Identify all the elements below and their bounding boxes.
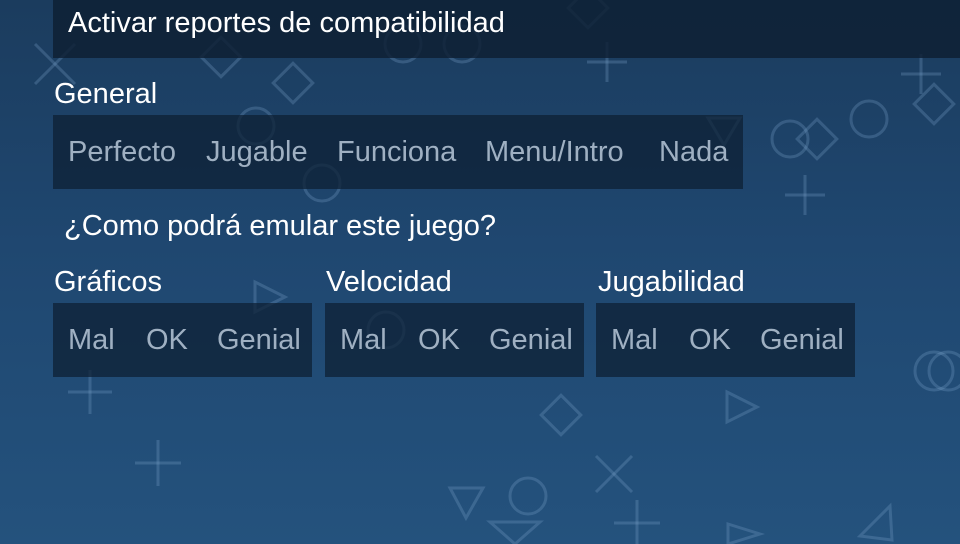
speed-option-genial[interactable]: Genial xyxy=(489,322,573,358)
gameplay-option-ok[interactable]: OK xyxy=(689,322,731,358)
graphics-option-mal[interactable]: Mal xyxy=(68,322,115,358)
option-jugable[interactable]: Jugable xyxy=(206,134,308,170)
graphics-label: Gráficos xyxy=(54,266,162,298)
triangle-symbol-icon xyxy=(856,502,894,542)
gameplay-rating-selector: Mal OK Genial xyxy=(596,303,855,377)
graphics-option-genial[interactable]: Genial xyxy=(217,322,301,358)
circle-symbol-icon xyxy=(770,119,810,159)
cross-symbol-icon xyxy=(614,500,660,544)
cross-symbol-icon xyxy=(901,54,941,94)
square-symbol-icon xyxy=(271,61,315,105)
speed-rating-selector: Mal OK Genial xyxy=(325,303,584,377)
gameplay-option-genial[interactable]: Genial xyxy=(760,322,844,358)
speed-label: Velocidad xyxy=(326,266,452,298)
cross-symbol-icon xyxy=(785,175,825,215)
triangle-symbol-icon xyxy=(725,389,761,425)
general-status-selector: Perfecto Jugable Funciona Menu/Intro Nad… xyxy=(53,115,743,189)
emulation-question: ¿Como podrá emular este juego? xyxy=(64,210,497,242)
speed-option-ok[interactable]: OK xyxy=(418,322,460,358)
option-menu-intro[interactable]: Menu/Intro xyxy=(485,134,624,170)
page-title: Activar reportes de compatibilidad xyxy=(68,7,505,39)
cross-symbol-icon xyxy=(135,440,181,486)
triangle-symbol-icon xyxy=(447,486,486,522)
option-nada[interactable]: Nada xyxy=(659,134,728,170)
circle-symbol-icon xyxy=(927,350,960,392)
gameplay-label: Jugabilidad xyxy=(598,266,745,298)
gameplay-option-mal[interactable]: Mal xyxy=(611,322,658,358)
square-symbol-icon xyxy=(539,393,583,437)
general-label: General xyxy=(54,78,158,110)
option-perfecto[interactable]: Perfecto xyxy=(68,134,176,170)
circle-symbol-icon xyxy=(508,476,548,516)
cross-symbol-icon xyxy=(594,454,634,494)
speed-option-mal[interactable]: Mal xyxy=(340,322,387,358)
triangle-symbol-icon xyxy=(486,520,544,544)
triangle-symbol-icon xyxy=(726,521,766,544)
circle-symbol-icon xyxy=(849,99,889,139)
graphics-option-ok[interactable]: OK xyxy=(146,322,188,358)
graphics-rating-selector: Mal OK Genial xyxy=(53,303,312,377)
option-funciona[interactable]: Funciona xyxy=(337,134,456,170)
